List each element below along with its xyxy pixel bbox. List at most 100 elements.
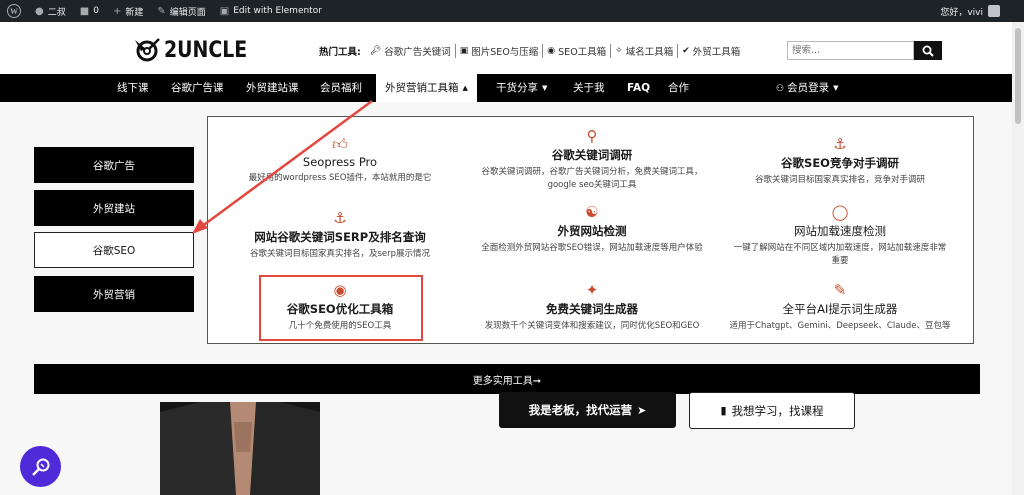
boss-cta-button[interactable]: 我是老板，找代运营 ➤: [499, 392, 676, 428]
elementor-link[interactable]: ▣ Edit with Elementor: [213, 0, 329, 22]
user-check-icon: ☯: [585, 203, 599, 221]
book-icon: ▮: [720, 404, 727, 417]
search-assistant-button[interactable]: [20, 446, 61, 487]
hot-tools: 热门工具: 🔑︎ 谷歌广告关键词 ▣ 图片SEO与压缩 ◉ SEO工具箱 ✧ 域名工具箱…: [319, 44, 744, 58]
hero-photo: [160, 402, 320, 495]
tool-ai-prompt-generator[interactable]: ✎ 全平台AI提示词生成器 适用于Chatgpt、Gemini、Deepseek…: [718, 283, 962, 333]
image-icon: ▣: [459, 46, 469, 56]
hot-tool-domain-toolbox[interactable]: ✧ 域名工具箱: [611, 44, 679, 58]
hot-tool-image-seo[interactable]: ▣ 图片SEO与压缩: [456, 44, 544, 58]
nav-marketing-toolbox[interactable]: 外贸营销工具箱 ▲: [376, 74, 477, 102]
person-photo-icon: [160, 402, 320, 495]
boss-cta-label: 我是老板，找代运营: [528, 403, 633, 417]
search-input[interactable]: [787, 41, 914, 60]
domain-icon: ✧: [615, 46, 623, 56]
site-logo[interactable]: 2UNCLE: [132, 36, 261, 64]
tool-site-audit[interactable]: ☯ 外贸网站检测 全面检测外贸网站谷歌SEO错误，网站加载速度等用户体验: [472, 205, 712, 255]
search-button[interactable]: [914, 41, 942, 60]
nav-faq[interactable]: FAQ: [627, 74, 650, 102]
tool-desc: 最好用的wordpress SEO插件，本站就用的是它: [248, 173, 432, 183]
tool-title: 外贸网站检测: [557, 224, 627, 238]
tool-keyword-research[interactable]: ⚲ 谷歌关键词调研 谷歌关键词调研，谷歌广告关键词分析，免费关键词工具，goog…: [476, 129, 708, 192]
tool-serp-ranking[interactable]: ⚓ 网站谷歌关键词SERP及排名查询 谷歌关键词目标国家真实排名，及serp展示…: [234, 211, 446, 261]
seo-icon: ◉: [547, 46, 556, 56]
thumbs-up-icon: 👍︎: [332, 135, 348, 153]
side-button-marketing[interactable]: 外贸营销: [34, 276, 194, 312]
tool-desc: 谷歌关键词调研，谷歌广告关键词分析，免费关键词工具，google seo关键词工…: [481, 167, 703, 190]
tool-title: 谷歌关键词调研: [551, 148, 633, 162]
tool-desc: 发现数千个关键词变体和搜索建议，同时优化SEO和GEO: [484, 321, 700, 331]
tool-title: 免费关键词生成器: [546, 302, 638, 316]
magic-wand-icon: ✦: [585, 281, 599, 299]
search-icon: [922, 45, 934, 57]
main-nav: 线下课 谷歌广告课 外贸建站课 会员福利 外贸营销工具箱 ▲ 干货分享 ▼ 关于我 …: [0, 74, 1012, 102]
edit-icon: ✎: [833, 281, 847, 299]
elementor-icon: ▣: [219, 5, 230, 17]
tool-keyword-generator[interactable]: ✦ 免费关键词生成器 发现数千个关键词变体和搜索建议，同时优化SEO和GEO: [472, 283, 712, 333]
user-account-menu[interactable]: 您好，vivi: [940, 5, 1024, 18]
nav-cooperation[interactable]: 合作: [668, 74, 689, 102]
magnifier-icon: ⚲: [586, 127, 598, 145]
nav-member-benefits[interactable]: 会员福利: [320, 74, 362, 102]
hot-tool-seo-toolbox[interactable]: ◉ SEO工具箱: [543, 44, 612, 58]
page-scrollbar[interactable]: [1012, 22, 1024, 495]
nav-dry-goods-label: 干货分享: [496, 82, 538, 94]
hot-tool-google-ads-keywords[interactable]: 🔑︎ 谷歌广告关键词: [366, 44, 456, 58]
hot-tool-label: SEO工具箱: [558, 47, 607, 58]
site-header: 2UNCLE 热门工具: 🔑︎ 谷歌广告关键词 ▣ 图片SEO与压缩 ◉ SEO工具箱…: [0, 22, 1012, 74]
edit-page-label: 编辑页面: [169, 7, 206, 18]
nav-member-login-label: 会员登录: [787, 82, 830, 94]
comments-link[interactable]: ■ 0: [73, 0, 106, 22]
new-label: 新建: [125, 7, 144, 18]
tool-speed-test[interactable]: ◯ 网站加载速度检测 一键了解网站在不同区域内加载速度，网站加载速度非常重要: [730, 205, 950, 268]
wordpress-logo-icon: W: [7, 4, 21, 18]
nav-about[interactable]: 关于我: [573, 74, 605, 102]
learn-cta-button[interactable]: ▮ 我想学习，找课程: [689, 392, 855, 429]
tool-competitor-research[interactable]: ⚓ 谷歌SEO竞争对手调研 谷歌关键词目标国家真实排名，竞争对手调研: [730, 137, 950, 187]
caret-down-icon: ▼: [833, 84, 839, 92]
hot-tool-label: 谷歌广告关键词: [384, 47, 451, 58]
tool-title: 全平台AI提示词生成器: [782, 302, 898, 316]
magnifier-icon: [31, 458, 49, 476]
caret-down-icon: ▼: [542, 84, 548, 92]
nav-google-ads-course[interactable]: 谷歌广告课: [171, 74, 224, 102]
site-name-link[interactable]: ● 二叔: [28, 0, 73, 22]
avatar: [988, 5, 1000, 17]
annotation-highlight-box: [259, 275, 423, 341]
caret-up-icon: ▲: [462, 84, 468, 92]
tool-title: 网站加载速度检测: [794, 224, 886, 238]
nav-offline-course[interactable]: 线下课: [117, 74, 149, 102]
tool-desc: 一键了解网站在不同区域内加载速度，网站加载速度非常重要: [733, 243, 947, 266]
side-button-google-seo[interactable]: 谷歌SEO: [34, 232, 194, 268]
comment-icon: ■: [79, 5, 90, 17]
wordpress-menu[interactable]: W: [0, 0, 28, 22]
plus-icon: +: [112, 5, 122, 17]
tool-desc: 谷歌关键词目标国家真实排名，竞争对手调研: [754, 175, 925, 185]
tool-title: 谷歌SEO竞争对手调研: [781, 156, 899, 170]
anchor-icon: ⚓: [833, 135, 847, 153]
new-content-link[interactable]: + 新建: [106, 0, 150, 22]
rocket-icon: ➤: [637, 403, 647, 417]
nav-member-login[interactable]: ⚇ 会员登录 ▼: [776, 74, 838, 102]
tool-seopress-pro[interactable]: 👍︎ Seopress Pro 最好用的wordpress SEO插件，本站就用…: [234, 137, 446, 185]
hot-tool-trade-toolbox[interactable]: ✔ 外贸工具箱: [678, 44, 744, 58]
hot-tools-label: 热门工具:: [319, 47, 361, 58]
edit-page-link[interactable]: ✎ 编辑页面: [150, 0, 212, 22]
scrollbar-thumb[interactable]: [1015, 28, 1021, 124]
nav-site-building-course[interactable]: 外贸建站课: [246, 74, 299, 102]
more-tools-button[interactable]: 更多实用工具➞: [34, 364, 980, 394]
hot-tool-label: 外贸工具箱: [692, 47, 741, 58]
hot-tool-label: 图片SEO与压缩: [471, 47, 539, 58]
side-button-google-ads[interactable]: 谷歌广告: [34, 147, 194, 183]
admin-bar: W ● 二叔 ■ 0 + 新建 ✎ 编辑页面 ▣ Edit with Elementor …: [0, 0, 1024, 22]
lightbulb-icon: ◯: [831, 203, 849, 221]
nav-dry-goods[interactable]: 干货分享 ▼: [496, 74, 547, 102]
elementor-label: Edit with Elementor: [233, 6, 322, 16]
pencil-icon: ✎: [157, 5, 166, 17]
search-form: [787, 41, 942, 60]
user-icon: ⚇: [776, 84, 785, 94]
logo-text: 2UNCLE: [164, 37, 248, 63]
side-button-site-building[interactable]: 外贸建站: [34, 190, 194, 226]
tool-title: 网站谷歌关键词SERP及排名查询: [254, 230, 426, 244]
dashboard-icon: ●: [35, 5, 44, 17]
